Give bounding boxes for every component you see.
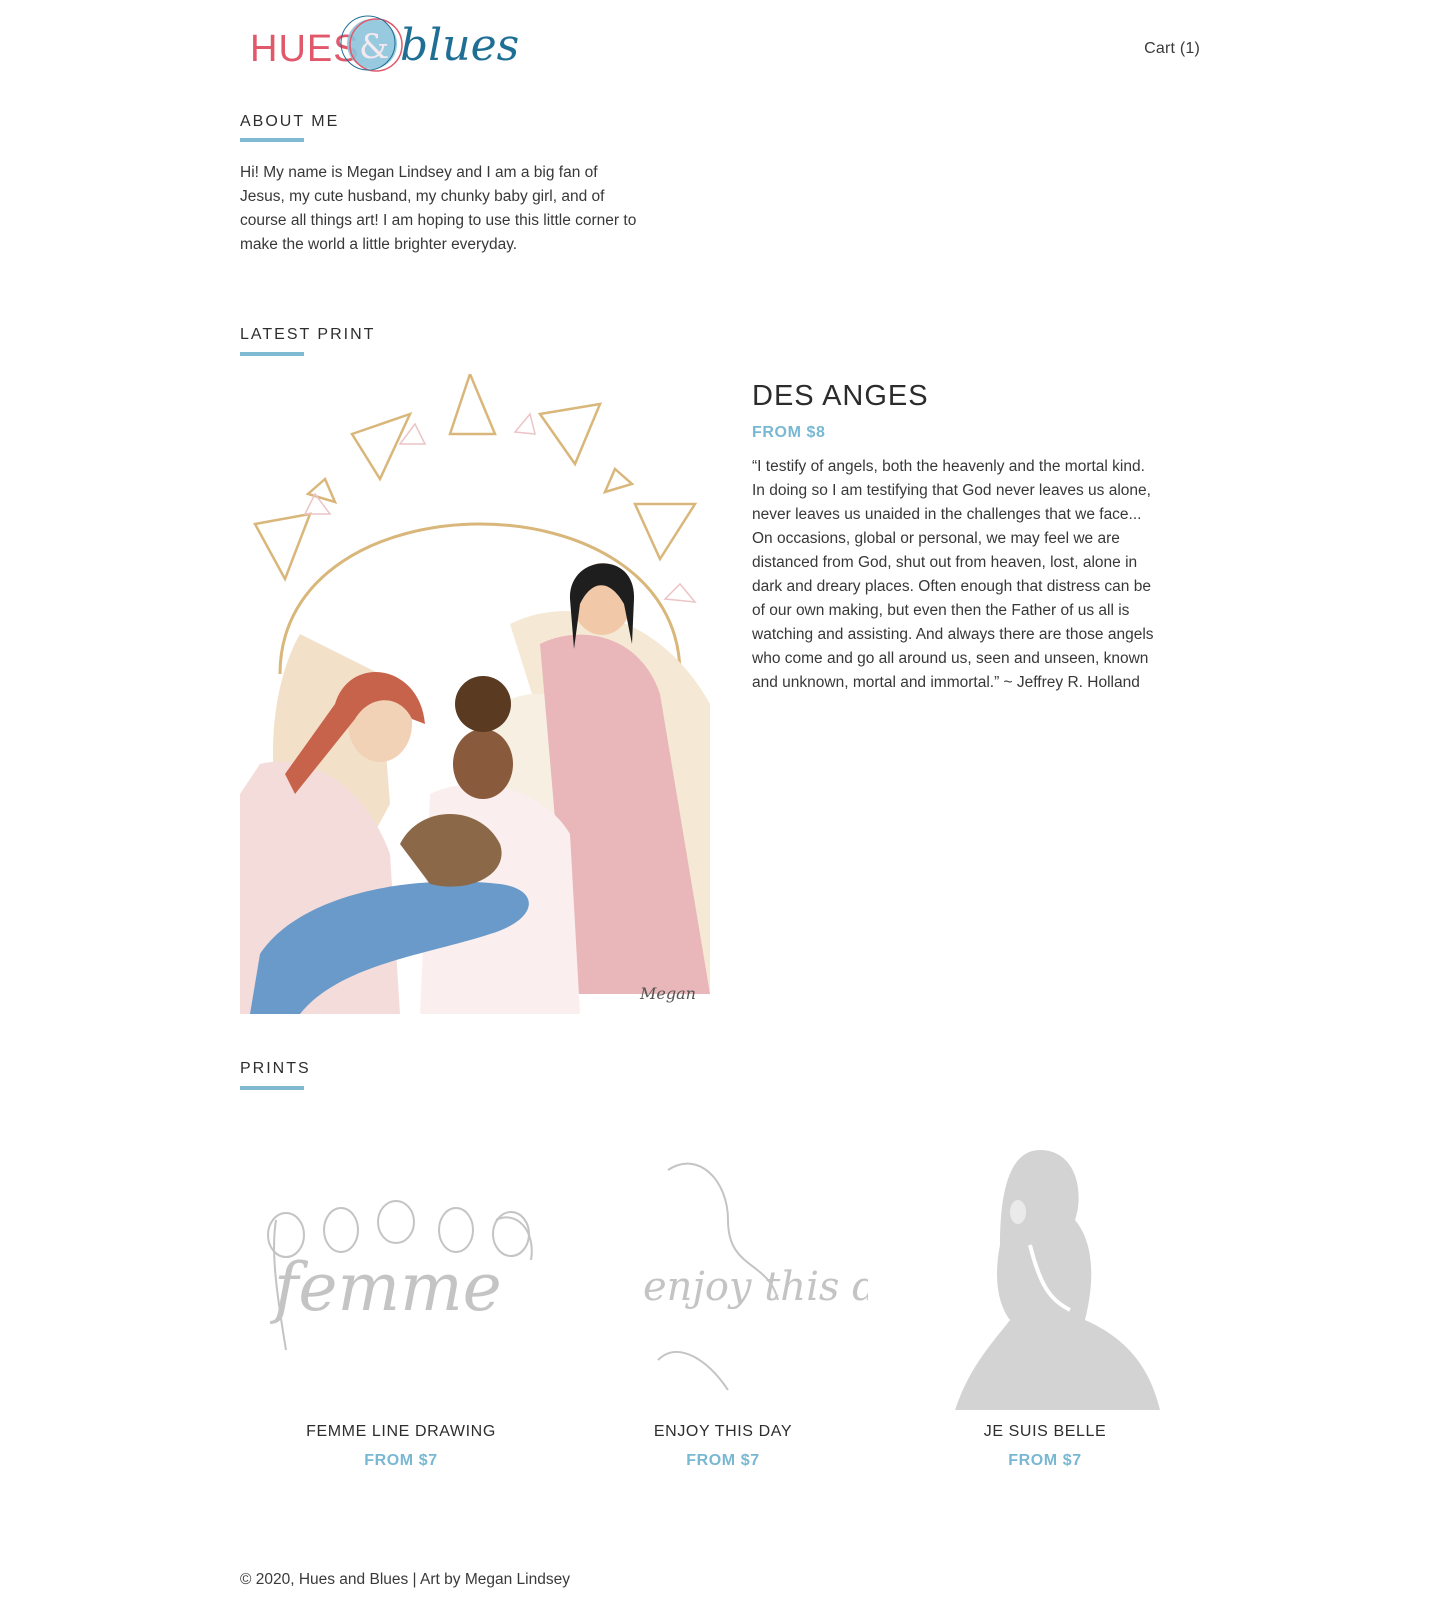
svg-text:HUES: HUES: [250, 28, 360, 70]
product-name[interactable]: JE SUIS BELLE: [884, 1423, 1206, 1441]
des-anges-artwork[interactable]: Megan: [240, 374, 720, 1014]
about-underline: [240, 138, 304, 142]
footer-copyright: © 2020, Hues and Blues | Art by Megan Li…: [240, 1571, 570, 1588]
product-card-je-suis-belle[interactable]: JE SUIS BELLE FROM $7: [884, 1150, 1206, 1480]
prints-heading: PRINTS: [240, 1060, 311, 1077]
femme-artwork: femme: [267, 1200, 533, 1351]
product-price: FROM $7: [364, 1452, 438, 1469]
product-name[interactable]: ENJOY THIS DAY: [562, 1423, 884, 1441]
latest-print-description: “I testify of angels, both the heavenly …: [752, 458, 1154, 691]
prints-underline: [240, 1086, 304, 1090]
brand-logo[interactable]: HUES & blues: [250, 14, 565, 76]
svg-text:blues: blues: [400, 20, 519, 71]
product-price: FROM $7: [1008, 1452, 1082, 1469]
latest-print-title[interactable]: DES ANGES: [752, 380, 929, 413]
product-name[interactable]: FEMME LINE DRAWING: [240, 1423, 562, 1441]
product-card-enjoy-this-day[interactable]: enjoy this day ENJOY THIS DAY FROM $7: [562, 1150, 884, 1480]
latest-print-underline: [240, 352, 304, 356]
latest-print-price: FROM $8: [752, 424, 826, 441]
about-text: Hi! My name is Megan Lindsey and I am a …: [240, 164, 637, 253]
latest-print-heading: LATEST PRINT: [240, 326, 376, 343]
je-suis-belle-artwork: [955, 1150, 1160, 1410]
svg-text:enjoy this day: enjoy this day: [643, 1264, 868, 1310]
about-heading: ABOUT ME: [240, 113, 340, 130]
prints-grid: femme FEMME LINE DRAWING FROM $7 enjoy t…: [240, 1150, 1206, 1480]
enjoy-this-day-artwork: enjoy this day: [643, 1162, 868, 1391]
cart-link[interactable]: Cart (1): [1144, 40, 1200, 58]
svg-text:femme: femme: [269, 1249, 502, 1326]
product-card-femme[interactable]: femme FEMME LINE DRAWING FROM $7: [240, 1150, 562, 1480]
svg-text:Megan: Megan: [639, 984, 696, 1003]
svg-text:&: &: [359, 27, 389, 67]
product-price: FROM $7: [686, 1452, 760, 1469]
